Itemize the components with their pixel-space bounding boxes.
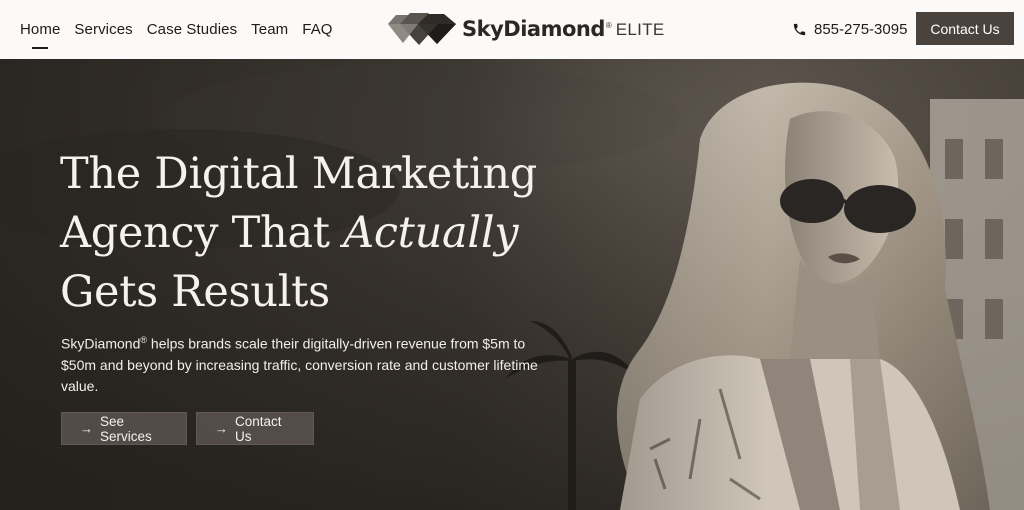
hero-headline: The Digital Marketing Agency That Actual…	[60, 145, 620, 322]
see-services-label: See Services	[100, 413, 152, 444]
phone-number: 855-275-3095	[814, 21, 908, 38]
phone-link[interactable]: 855-275-3095	[792, 0, 907, 59]
arrow-right-icon: →	[80, 421, 93, 436]
nav-item-faq[interactable]: FAQ	[302, 20, 332, 40]
logo-suffix: ELITE	[615, 20, 665, 39]
phone-icon	[793, 23, 806, 36]
description-brand: SkyDiamond	[61, 335, 141, 352]
hero-description: SkyDiamond® helps brands scale their dig…	[61, 330, 551, 397]
main-nav: Home Services Case Studies Team FAQ	[20, 0, 347, 59]
nav-item-home[interactable]: Home	[20, 20, 60, 49]
see-services-button[interactable]: → See Services	[61, 412, 187, 445]
logo-registered-mark: ®	[605, 20, 612, 30]
hero-contact-button[interactable]: → Contact Us	[196, 412, 314, 445]
logo-wordmark: SkyDiamond	[462, 17, 605, 41]
site-header: Home Services Case Studies Team FAQ SkyD…	[0, 0, 1024, 59]
site-logo[interactable]: SkyDiamond ® ELITE	[386, 10, 665, 48]
hero-contact-label: Contact Us	[235, 413, 282, 444]
hero-section: The Digital Marketing Agency That Actual…	[0, 59, 1024, 510]
arrow-right-icon: →	[215, 421, 228, 436]
headline-line-2: Agency That	[60, 208, 344, 258]
nav-item-services[interactable]: Services	[74, 20, 132, 40]
nav-item-team[interactable]: Team	[251, 20, 288, 40]
hero-button-row: → See Services → Contact Us	[61, 412, 323, 445]
nav-item-case-studies[interactable]: Case Studies	[147, 20, 237, 40]
headline-line-1: The Digital Marketing	[60, 149, 538, 199]
header-contact-button[interactable]: Contact Us	[916, 12, 1014, 45]
headline-line-3: Gets Results	[60, 267, 330, 317]
headline-emphasis: Actually	[343, 208, 519, 258]
diamond-logo-icon	[388, 13, 456, 45]
